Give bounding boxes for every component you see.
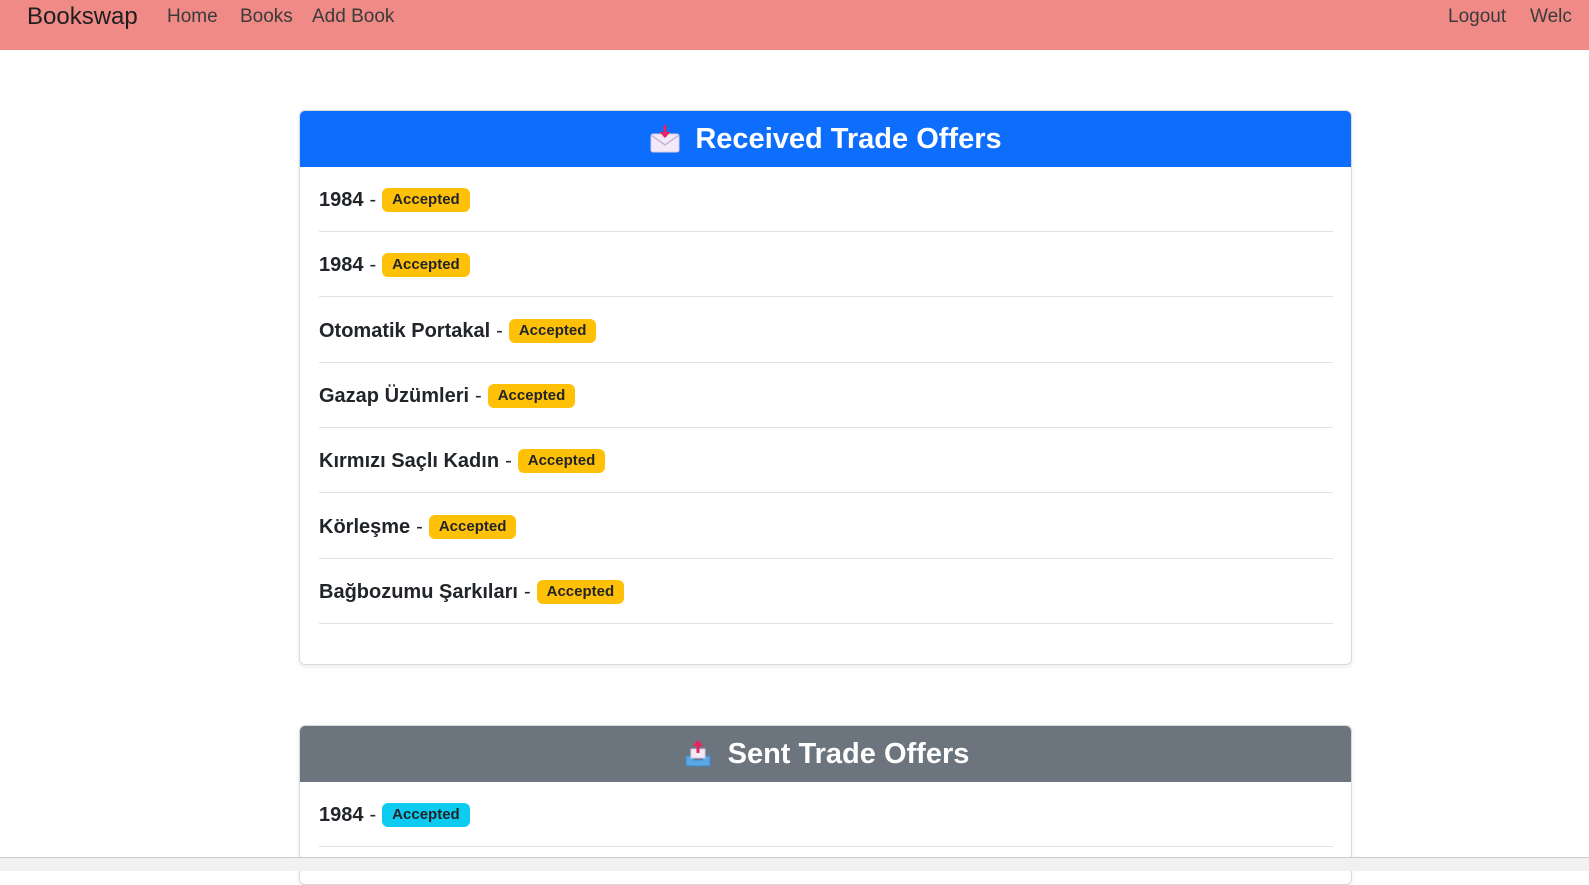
sent-offers-title: Sent Trade Offers <box>727 737 970 770</box>
separator: - <box>475 384 482 407</box>
status-badge: Accepted <box>487 384 576 408</box>
nav-welcome-text: Welc <box>1530 6 1572 27</box>
separator: - <box>505 449 512 472</box>
separator: - <box>523 580 531 603</box>
horizontal-scrollbar[interactable] <box>0 857 1589 871</box>
received-offer-item[interactable]: 1984 - Accepted <box>319 167 1333 232</box>
outbox-tray-icon <box>682 738 714 770</box>
separator: - <box>496 319 503 342</box>
status-badge: Accepted <box>508 319 597 343</box>
separator: - <box>369 188 377 211</box>
offer-book-title: Gazap Üzümleri <box>319 384 470 407</box>
separator: - <box>369 803 377 826</box>
status-badge: Accepted <box>382 253 470 277</box>
brand-link[interactable]: Bookswap <box>27 3 138 31</box>
nav-books-link[interactable]: Books <box>240 6 293 28</box>
received-offers-card: Received Trade Offers 1984 - Accepted 19… <box>299 110 1352 665</box>
status-badge: Accepted <box>428 515 517 539</box>
received-offer-item[interactable]: Körleşme - Accepted <box>319 494 1333 559</box>
status-badge: Accepted <box>536 580 625 604</box>
received-offer-item[interactable]: Bağbozumu Şarkıları - Accepted <box>319 559 1333 624</box>
received-offer-item[interactable]: 1984 - Accepted <box>319 232 1333 297</box>
received-offer-item[interactable]: Kırmızı Saçlı Kadın - Accepted <box>319 428 1333 493</box>
received-offer-item[interactable]: Gazap Üzümleri - Accepted <box>319 363 1333 428</box>
nav-add-book-link[interactable]: Add Book <box>312 6 394 28</box>
status-badge: Accepted <box>382 188 470 212</box>
received-offer-item[interactable]: Otomatik Portakal - Accepted <box>319 298 1333 363</box>
offer-book-title: 1984 <box>319 188 364 211</box>
offer-book-title: Bağbozumu Şarkıları <box>319 580 518 603</box>
received-offers-title: Received Trade Offers <box>695 122 1002 155</box>
status-badge: Accepted <box>517 449 606 473</box>
status-badge: Accepted <box>382 803 470 827</box>
offer-book-title: 1984 <box>319 253 364 276</box>
navbar: Bookswap Home Books Add Book Logout Welc <box>0 0 1589 50</box>
offer-book-title: 1984 <box>319 803 364 826</box>
separator: - <box>369 253 377 276</box>
separator: - <box>416 515 423 538</box>
nav-home-link[interactable]: Home <box>167 6 218 28</box>
received-offers-header: Received Trade Offers <box>300 111 1351 167</box>
sent-offer-item[interactable]: 1984 - Accepted <box>319 782 1333 847</box>
sent-offers-header: Sent Trade Offers <box>300 726 1351 782</box>
offer-book-title: Kırmızı Saçlı Kadın <box>319 449 500 472</box>
offer-book-title: Körleşme <box>319 515 411 538</box>
nav-logout-link[interactable]: Logout <box>1448 6 1506 28</box>
offer-book-title: Otomatik Portakal <box>319 319 491 342</box>
incoming-envelope-icon <box>649 123 681 155</box>
